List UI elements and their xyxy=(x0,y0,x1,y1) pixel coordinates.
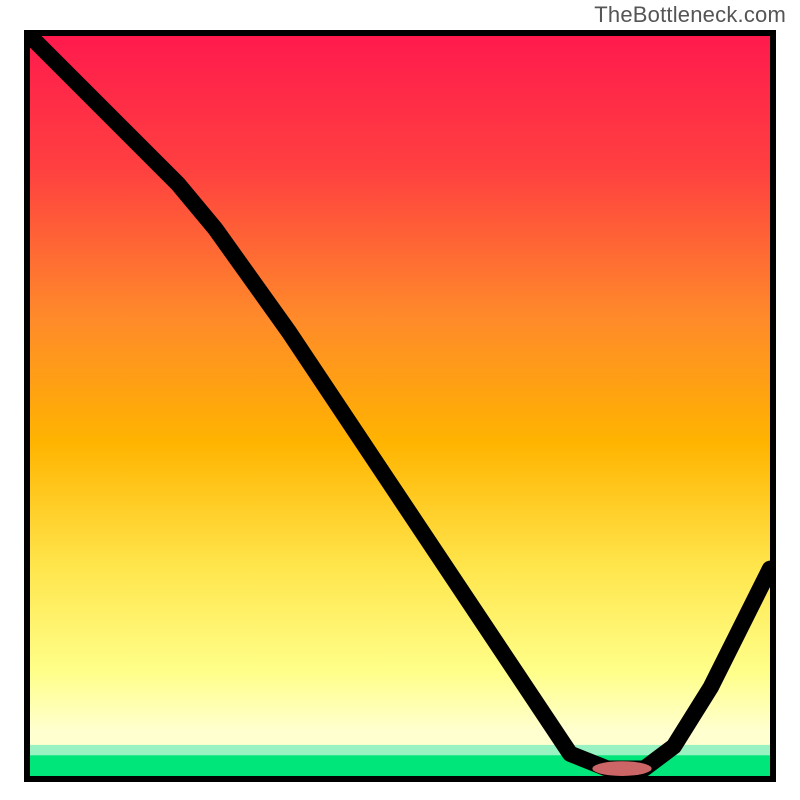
watermark-text: TheBottleneck.com xyxy=(594,2,786,28)
plot-border xyxy=(24,30,776,782)
minimum-marker xyxy=(592,761,651,776)
plot-svg xyxy=(30,36,770,776)
chart-frame: TheBottleneck.com xyxy=(0,0,800,800)
